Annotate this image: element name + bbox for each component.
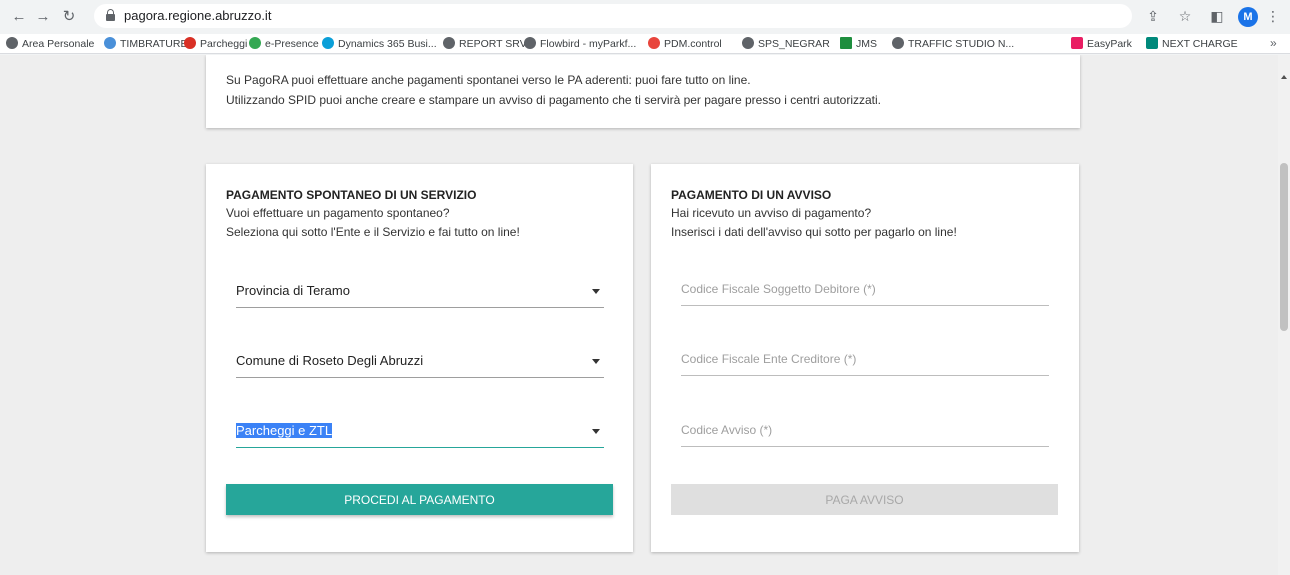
cf-debitore-field[interactable] <box>681 272 1049 306</box>
info-text-line: Su PagoRA puoi effettuare anche pagament… <box>226 73 751 87</box>
card-subtitle: Inserisci i dati dell'avviso qui sotto p… <box>671 225 957 239</box>
globe-icon <box>443 37 455 49</box>
forward-arrow-icon[interactable]: → <box>34 8 52 26</box>
url-text: pagora.regione.abruzzo.it <box>124 8 272 23</box>
page-content: Su PagoRA puoi effettuare anche pagament… <box>0 55 1278 575</box>
provincia-select[interactable]: Provincia di Teramo <box>236 274 604 308</box>
back-arrow-icon[interactable]: ← <box>10 8 28 26</box>
select-value: Provincia di Teramo <box>236 283 350 298</box>
card-title: PAGAMENTO SPONTANEO DI UN SERVIZIO <box>226 188 477 202</box>
pdm-icon <box>648 37 660 49</box>
lock-icon <box>106 9 115 21</box>
bookmark-item[interactable]: EasyPark <box>1071 37 1132 51</box>
scroll-up-arrow-icon[interactable] <box>1281 75 1287 79</box>
easypark-icon <box>1071 37 1083 49</box>
profile-avatar[interactable]: M <box>1238 7 1258 27</box>
cf-ente-input[interactable] <box>681 348 1049 370</box>
pay-notice-button[interactable]: PAGA AVVISO <box>671 484 1058 515</box>
charge-icon <box>1146 37 1158 49</box>
globe-icon <box>742 37 754 49</box>
cf-ente-field[interactable] <box>681 342 1049 376</box>
menu-dots-icon[interactable]: ⋮ <box>1264 7 1282 25</box>
caret-down-icon <box>592 289 600 294</box>
bookmarks-bar: Area Personale TIMBRATURE Parcheggi e-Pr… <box>0 34 1290 54</box>
bookmark-item[interactable]: TRAFFIC STUDIO N... <box>892 37 1014 51</box>
card-subtitle: Hai ricevuto un avviso di pagamento? <box>671 206 872 220</box>
card-subtitle: Seleziona qui sotto l'Ente e il Servizio… <box>226 225 520 239</box>
servizio-select[interactable]: Parcheggi e ZTL <box>236 414 604 448</box>
star-icon[interactable]: ☆ <box>1176 7 1194 25</box>
presence-icon <box>249 37 261 49</box>
share-icon[interactable]: ⇪ <box>1144 7 1162 25</box>
parking-icon <box>184 37 196 49</box>
page-scrollbar[interactable] <box>1278 55 1290 575</box>
bookmark-item[interactable]: JMS <box>840 37 877 51</box>
caret-down-icon <box>592 429 600 434</box>
select-value: Parcheggi e ZTL <box>236 423 333 438</box>
browser-toolbar: ← → ↻ pagora.regione.abruzzo.it ⇪ ☆ ◧ M … <box>0 0 1290 34</box>
codice-avviso-input[interactable] <box>681 419 1049 441</box>
codice-avviso-field[interactable] <box>681 413 1049 447</box>
bookmark-item[interactable]: SPS_NEGRAR <box>742 37 830 51</box>
select-value: Comune di Roseto Degli Abruzzi <box>236 353 424 368</box>
bookmark-item[interactable]: NEXT CHARGE <box>1146 37 1238 51</box>
info-text-line: Utilizzando SPID puoi anche creare e sta… <box>226 93 882 107</box>
comune-select[interactable]: Comune di Roseto Degli Abruzzi <box>236 344 604 378</box>
globe-icon <box>892 37 904 49</box>
scroll-thumb[interactable] <box>1280 163 1288 331</box>
side-panel-icon[interactable]: ◧ <box>1208 7 1226 25</box>
bookmark-item[interactable]: PDM.control <box>648 37 722 51</box>
dynamics-icon <box>322 37 334 49</box>
spontaneous-payment-card: PAGAMENTO SPONTANEO DI UN SERVIZIO Vuoi … <box>206 164 633 552</box>
info-card: Su PagoRA puoi effettuare anche pagament… <box>206 55 1080 128</box>
card-subtitle: Vuoi effettuare un pagamento spontaneo? <box>226 206 450 220</box>
bookmark-item[interactable]: Flowbird - myParkf... <box>524 37 636 51</box>
globe-icon <box>6 37 18 49</box>
notice-payment-card: PAGAMENTO DI UN AVVISO Hai ricevuto un a… <box>651 164 1079 552</box>
card-title: PAGAMENTO DI UN AVVISO <box>671 188 832 202</box>
cf-debitore-input[interactable] <box>681 278 1049 300</box>
sparkle-icon <box>104 37 116 49</box>
proceed-payment-button[interactable]: PROCEDI AL PAGAMENTO <box>226 484 613 515</box>
bookmark-item[interactable]: REPORT SRV <box>443 37 527 51</box>
bookmark-item[interactable]: Area Personale <box>6 37 94 51</box>
bookmark-item[interactable]: e-Presence <box>249 37 319 51</box>
caret-down-icon <box>592 359 600 364</box>
more-bookmarks-icon[interactable]: » <box>1270 36 1277 50</box>
bookmark-item[interactable]: Dynamics 365 Busi... <box>322 37 437 51</box>
address-bar[interactable]: pagora.regione.abruzzo.it <box>94 4 1132 28</box>
jms-icon <box>840 37 852 49</box>
reload-icon[interactable]: ↻ <box>60 8 78 26</box>
globe-icon <box>524 37 536 49</box>
bookmark-item[interactable]: Parcheggi <box>184 37 247 51</box>
bookmark-item[interactable]: TIMBRATURE <box>104 37 187 51</box>
